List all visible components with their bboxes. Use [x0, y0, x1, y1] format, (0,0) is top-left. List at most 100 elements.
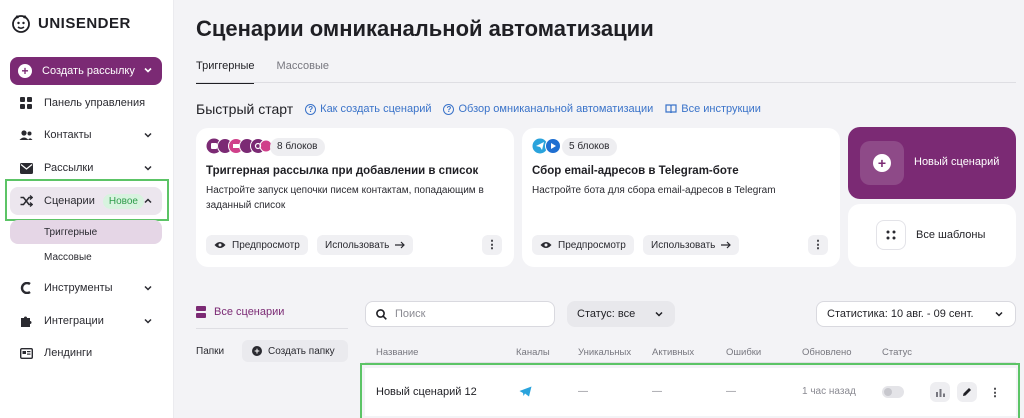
- chevron-down-icon: [144, 132, 152, 138]
- link-label: Обзор омниканальной автоматизации: [458, 103, 654, 115]
- card-title: Триггерная рассылка при добавлении в спи…: [206, 165, 479, 177]
- help-icon: ?: [305, 103, 317, 115]
- sidebar-item-tools[interactable]: Инструменты: [10, 274, 162, 302]
- sidebar-subitem-mass[interactable]: Массовые: [10, 245, 162, 269]
- chevron-down-icon: [995, 311, 1003, 317]
- stack-icon: [196, 306, 206, 318]
- highlight-frame: [360, 363, 1020, 418]
- status-filter-select[interactable]: Статус: все: [567, 301, 675, 327]
- all-instructions-link[interactable]: Все инструкции: [665, 103, 761, 115]
- sidebar-subitem-label: Массовые: [44, 251, 92, 263]
- template-card[interactable]: 8 блоков Триггерная рассылка при добавле…: [196, 128, 514, 267]
- chevron-down-icon: [144, 67, 152, 73]
- folders-label: Папки: [196, 346, 225, 357]
- channel-icons: [532, 138, 562, 154]
- sidebar-item-contacts[interactable]: Контакты: [10, 121, 162, 149]
- highlight-frame: [5, 179, 169, 221]
- all-scenarios-item[interactable]: Все сценарии: [196, 306, 284, 318]
- search-input[interactable]: Поиск: [365, 301, 555, 327]
- column-header-status: Статус: [882, 347, 913, 358]
- column-header-unique[interactable]: Уникальных: [578, 347, 631, 358]
- create-folder-button[interactable]: + Создать папку: [242, 340, 348, 362]
- logo-icon: [12, 15, 30, 33]
- all-templates-button[interactable]: Все шаблоны: [848, 204, 1016, 267]
- sidebar-subitem-trigger[interactable]: Триггерные: [10, 220, 162, 244]
- search-placeholder: Поиск: [395, 308, 426, 320]
- plus-icon: +: [252, 346, 262, 356]
- preview-button[interactable]: Предпросмотр: [532, 235, 634, 255]
- puzzle-icon: [18, 313, 34, 329]
- preview-label: Предпросмотр: [232, 239, 300, 251]
- template-card[interactable]: 5 блоков Сбор email-адресов в Telegram-б…: [522, 128, 840, 267]
- create-folder-label: Создать папку: [268, 345, 335, 357]
- sidebar-item-dashboard[interactable]: Панель управления: [10, 89, 162, 117]
- column-header-name[interactable]: Название: [376, 347, 418, 358]
- column-header-updated[interactable]: Обновлено: [802, 347, 852, 358]
- quick-start-title: Быстрый старт: [196, 101, 294, 117]
- channel-stack-icon: [206, 138, 272, 154]
- sidebar-item-landings[interactable]: Лендинги: [10, 339, 162, 367]
- use-label: Использовать: [325, 239, 390, 251]
- stats-period-select[interactable]: Статистика: 10 авг. - 09 сент.: [816, 301, 1016, 327]
- sidebar-item-label: Панель управления: [44, 97, 146, 109]
- sidebar-item-label: Интеграции: [44, 315, 104, 327]
- plus-tile: +: [860, 141, 904, 185]
- tab-mass[interactable]: Массовые: [276, 60, 329, 84]
- sidebar: UNISENDER + Создать рассылку Панель упра…: [0, 0, 174, 418]
- status-filter-value: Статус: все: [577, 308, 636, 320]
- sidebar-item-label: Инструменты: [44, 282, 113, 294]
- column-header-errors[interactable]: Ошибки: [726, 347, 761, 358]
- logo[interactable]: UNISENDER: [10, 12, 131, 34]
- help-icon: ?: [443, 103, 455, 115]
- book-icon: [665, 104, 677, 114]
- plus-icon: +: [18, 64, 32, 78]
- column-header-channels: Каналы: [516, 347, 550, 358]
- all-scenarios-label: Все сценарии: [214, 306, 285, 318]
- use-label: Использовать: [651, 239, 716, 251]
- more-menu-button[interactable]: ⋮: [808, 235, 828, 255]
- card-description: Настройте запуск цепочки писем контактам…: [206, 185, 484, 211]
- sidebar-item-label: Рассылки: [44, 162, 94, 174]
- sidebar-subitem-label: Триггерные: [44, 226, 98, 238]
- search-icon: [376, 308, 387, 320]
- divider: [196, 328, 348, 329]
- tab-trigger[interactable]: Триггерные: [196, 60, 255, 84]
- blocks-count-chip: 5 блоков: [562, 138, 617, 156]
- dashboard-icon: [18, 95, 34, 111]
- sidebar-item-label: Контакты: [44, 129, 92, 141]
- more-menu-button[interactable]: ⋮: [482, 235, 502, 255]
- column-header-active[interactable]: Активных: [652, 347, 694, 358]
- create-mailing-button[interactable]: + Создать рассылку: [10, 57, 162, 85]
- page-title: Сценарии омниканальной автоматизации: [196, 16, 654, 41]
- how-to-create-link[interactable]: ? Как создать сценарий: [305, 103, 431, 115]
- chevron-down-icon: [144, 165, 152, 171]
- omnichannel-overview-link[interactable]: ? Обзор омниканальной автоматизации: [443, 103, 653, 115]
- sidebar-item-integrations[interactable]: Интеграции: [10, 307, 162, 335]
- chevron-down-icon: [655, 311, 663, 317]
- use-button[interactable]: Использовать: [643, 235, 740, 255]
- channel-stack-icon: [532, 138, 561, 154]
- arrow-right-icon: [721, 241, 732, 249]
- new-scenario-button[interactable]: + Новый сценарий: [848, 127, 1016, 199]
- arrow-right-icon: [395, 241, 406, 249]
- quick-start-header: Быстрый старт ? Как создать сценарий ? Обз…: [196, 101, 761, 117]
- eye-icon: [214, 242, 226, 248]
- stats-period-value: Статистика: 10 авг. - 09 сент.: [827, 308, 974, 320]
- blocks-count-chip: 8 блоков: [270, 138, 325, 156]
- grid-tile: [876, 220, 906, 250]
- chevron-down-icon: [144, 318, 152, 324]
- mailings-icon: [18, 160, 34, 176]
- channel-icons: [206, 138, 272, 154]
- sidebar-item-mailings[interactable]: Рассылки: [10, 154, 162, 182]
- plus-icon: +: [873, 154, 891, 172]
- chevron-down-icon: [144, 285, 152, 291]
- preview-label: Предпросмотр: [558, 239, 626, 251]
- preview-button[interactable]: Предпросмотр: [206, 235, 308, 255]
- link-label: Как создать сценарий: [320, 103, 432, 115]
- sidebar-item-label: Лендинги: [44, 347, 93, 359]
- link-label: Все инструкции: [681, 103, 761, 115]
- use-button[interactable]: Использовать: [317, 235, 414, 255]
- all-templates-label: Все шаблоны: [916, 229, 986, 241]
- landing-icon: [18, 345, 34, 361]
- tabs-divider: [196, 82, 1016, 83]
